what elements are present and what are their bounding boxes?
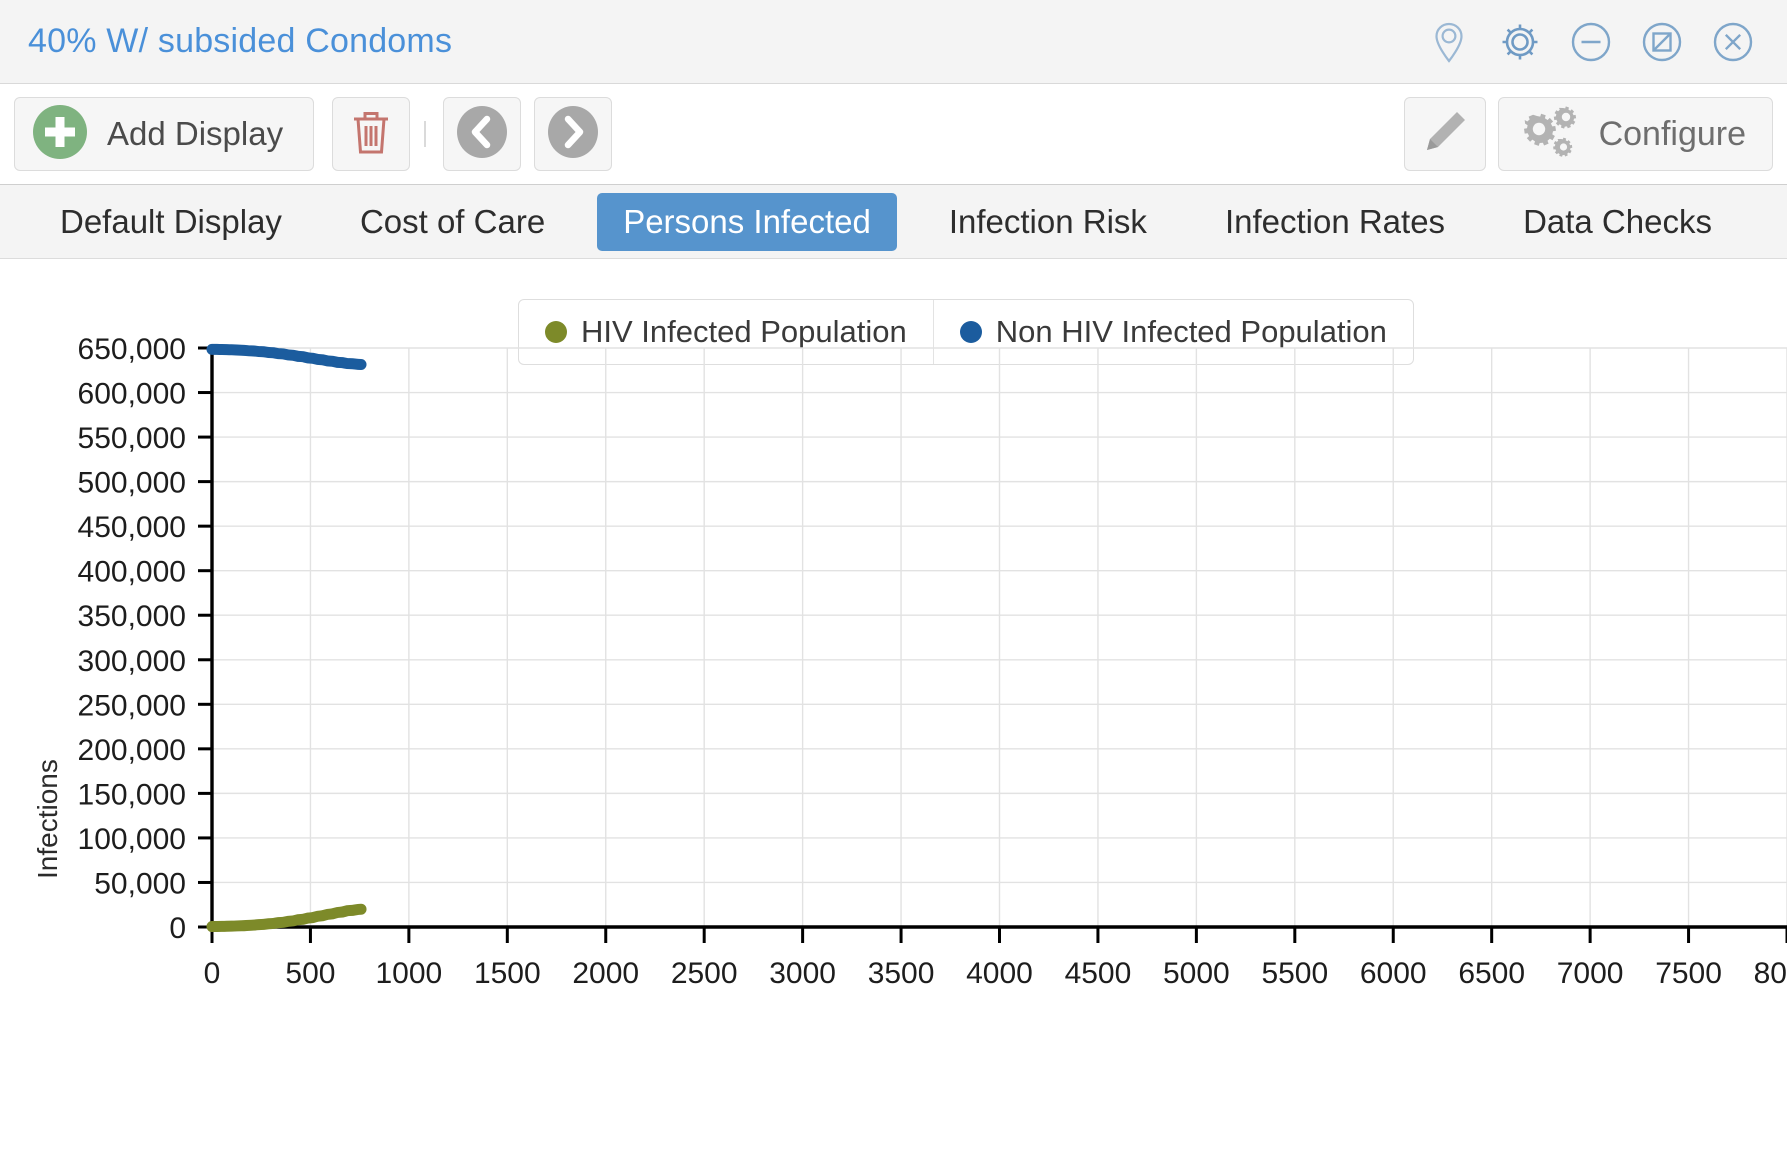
chart-panel: HIV Infected Population Non HIV Infected…	[0, 259, 1787, 1176]
gear-icon[interactable]	[1496, 18, 1544, 66]
svg-text:450,000: 450,000	[78, 511, 186, 544]
svg-text:0: 0	[169, 912, 186, 945]
svg-text:4000: 4000	[966, 957, 1033, 990]
restore-icon[interactable]	[1638, 18, 1686, 66]
minimize-icon[interactable]	[1567, 18, 1615, 66]
plot-container: 0 50,000 100,000 150,000 200,000 250,000 300,0…	[0, 259, 1787, 1176]
svg-text:6500: 6500	[1458, 957, 1525, 990]
svg-text:600,000: 600,000	[78, 378, 186, 411]
svg-text:500,000: 500,000	[78, 467, 186, 500]
svg-text:5500: 5500	[1261, 957, 1328, 990]
toolbar: Add Display Configure	[0, 84, 1787, 185]
svg-text:3500: 3500	[868, 957, 935, 990]
tab-persons-infected[interactable]: Persons Infected	[597, 192, 897, 251]
svg-text:550,000: 550,000	[78, 422, 186, 455]
back-button[interactable]	[443, 97, 522, 171]
tab-infection-risk[interactable]: Infection Risk	[923, 193, 1173, 251]
svg-text:2000: 2000	[572, 957, 639, 990]
svg-text:300,000: 300,000	[78, 645, 186, 678]
application-window: 40% W/ subsided Condoms Add Display Conf…	[0, 0, 1787, 1176]
svg-text:8000: 8000	[1754, 957, 1787, 990]
svg-text:2500: 2500	[671, 957, 738, 990]
svg-text:0: 0	[204, 957, 221, 990]
svg-text:250,000: 250,000	[78, 689, 186, 722]
pencil-icon	[1419, 106, 1471, 163]
svg-text:5000: 5000	[1163, 957, 1230, 990]
close-icon[interactable]	[1709, 18, 1757, 66]
svg-text:50,000: 50,000	[94, 867, 186, 900]
svg-text:6000: 6000	[1360, 957, 1427, 990]
title-bar: 40% W/ subsided Condoms	[0, 0, 1787, 84]
add-display-button[interactable]: Add Display	[14, 97, 315, 171]
add-display-label: Add Display	[107, 115, 284, 152]
gears-icon	[1517, 102, 1579, 167]
plus-circle-icon	[31, 103, 89, 166]
window-controls	[1425, 18, 1757, 66]
forward-button[interactable]	[534, 97, 613, 171]
toolbar-separator	[424, 121, 427, 147]
svg-text:1000: 1000	[376, 957, 443, 990]
svg-text:400,000: 400,000	[78, 556, 186, 589]
svg-text:150,000: 150,000	[78, 778, 186, 811]
delete-button[interactable]	[332, 97, 411, 171]
trash-icon	[347, 106, 395, 163]
chevron-left-icon	[455, 104, 509, 165]
svg-text:4500: 4500	[1065, 957, 1132, 990]
window-title: 40% W/ subsided Condoms	[28, 22, 453, 60]
configure-button[interactable]: Configure	[1497, 97, 1773, 171]
svg-text:200,000: 200,000	[78, 734, 186, 767]
svg-text:650,000: 650,000	[78, 333, 186, 366]
chevron-right-icon	[546, 104, 600, 165]
toolbar-left-group: Add Display	[0, 97, 613, 171]
svg-text:7500: 7500	[1655, 957, 1722, 990]
svg-text:1500: 1500	[474, 957, 541, 990]
tab-data-checks[interactable]: Data Checks	[1497, 193, 1738, 251]
svg-text:100,000: 100,000	[78, 823, 186, 856]
line-chart[interactable]: 0 50,000 100,000 150,000 200,000 250,000 300,0…	[0, 259, 1787, 1176]
y-axis-label: Infections	[32, 759, 63, 879]
tab-default-display[interactable]: Default Display	[34, 193, 308, 251]
tab-cost-of-care[interactable]: Cost of Care	[334, 193, 571, 251]
svg-text:500: 500	[285, 957, 335, 990]
map-pin-icon[interactable]	[1425, 18, 1473, 66]
tab-bar: Default Display Cost of Care Persons Inf…	[0, 185, 1787, 259]
tab-infection-rates[interactable]: Infection Rates	[1199, 193, 1471, 251]
configure-label: Configure	[1598, 114, 1746, 153]
svg-text:7000: 7000	[1557, 957, 1624, 990]
edit-button[interactable]	[1403, 97, 1486, 171]
toolbar-right-group: Configure	[1403, 97, 1787, 171]
svg-text:3000: 3000	[769, 957, 836, 990]
svg-text:350,000: 350,000	[78, 600, 186, 633]
